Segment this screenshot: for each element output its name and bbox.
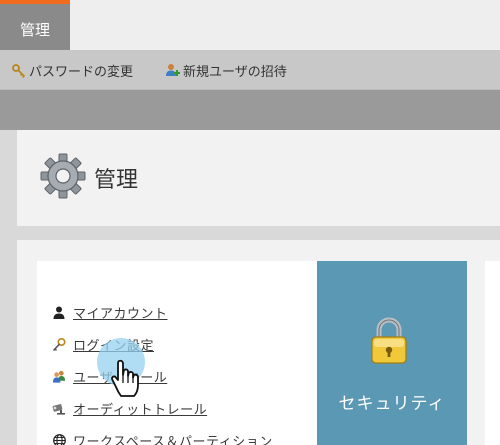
menu-item-label: マイアカウント bbox=[73, 307, 168, 322]
security-tile[interactable]: セキュリティ bbox=[317, 261, 467, 445]
admin-content-panel: マイアカウント ログイン設定 ユーザ＆ロール bbox=[17, 240, 500, 445]
camera-icon bbox=[52, 403, 65, 415]
divider-band bbox=[0, 90, 500, 130]
lock-icon bbox=[371, 317, 407, 364]
users-icon bbox=[52, 370, 66, 383]
menu-item-audit-trail[interactable]: オーディットトレール bbox=[52, 399, 207, 418]
security-tile-label: セキュリティ bbox=[338, 394, 446, 414]
menu-item-my-account[interactable]: マイアカウント bbox=[52, 303, 168, 322]
tab-admin-label: 管理 bbox=[19, 21, 50, 39]
admin-menu-card: マイアカウント ログイン設定 ユーザ＆ロール bbox=[37, 261, 317, 445]
change-password-button[interactable]: パスワードの変更 bbox=[12, 61, 133, 80]
next-card-edge bbox=[485, 261, 500, 445]
page-header: 管理 bbox=[17, 130, 500, 226]
menu-item-label: オーディットトレール bbox=[73, 403, 208, 418]
page-title: 管理 bbox=[94, 168, 139, 193]
key-icon bbox=[12, 63, 26, 78]
menu-item-workspaces-partitions[interactable]: ワークスペース＆パーティション bbox=[52, 431, 273, 445]
toolbar: パスワードの変更 新規ユーザの招待 bbox=[0, 50, 500, 90]
change-password-label: パスワードの変更 bbox=[29, 65, 134, 80]
user-icon bbox=[53, 306, 65, 319]
globe-icon bbox=[52, 434, 66, 445]
menu-item-label: ワークスペース＆パーティション bbox=[73, 435, 273, 445]
top-navigation-bar: 管理 bbox=[0, 0, 500, 50]
invite-user-button[interactable]: 新規ユーザの招待 bbox=[165, 61, 287, 80]
key-icon bbox=[52, 337, 66, 351]
tab-admin[interactable]: 管理 bbox=[0, 0, 70, 50]
invite-user-label: 新規ユーザの招待 bbox=[183, 65, 287, 80]
gear-icon bbox=[40, 153, 86, 199]
hand-pointer-icon bbox=[111, 359, 139, 397]
add-user-icon bbox=[166, 64, 180, 76]
